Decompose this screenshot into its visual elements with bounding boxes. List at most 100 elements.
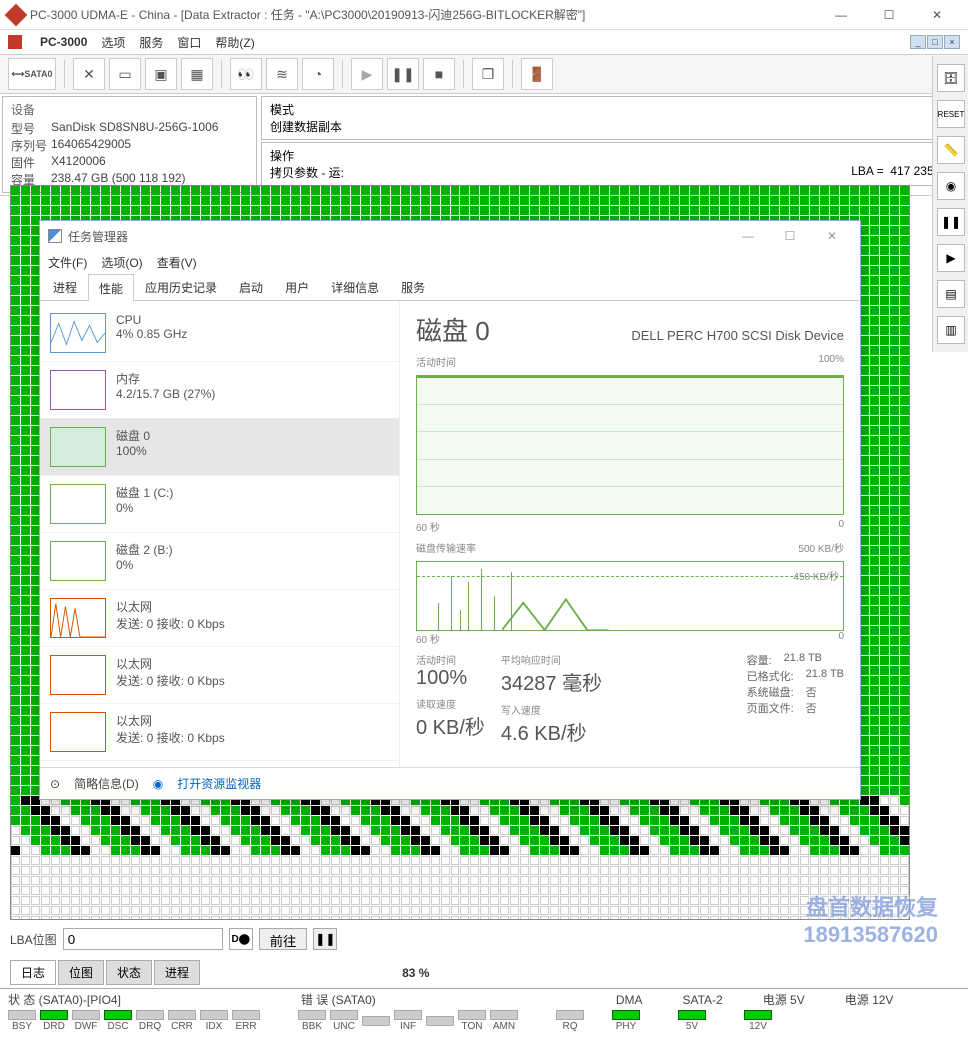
tm-item-2[interactable]: 磁盘 0100% xyxy=(40,419,399,476)
mdi-maximize[interactable]: □ xyxy=(927,35,943,49)
btab-bitmap[interactable]: 位图 xyxy=(58,960,104,985)
mdi-minimize[interactable]: _ xyxy=(910,35,926,49)
window-icon[interactable]: ▭ xyxy=(109,58,141,90)
tm-app-icon xyxy=(48,229,62,243)
sidebar-toolbar: 🗄 RESET 📏 ◉ ❚❚ ▶ ▤ ▥ xyxy=(932,56,968,352)
sparkline-icon xyxy=(50,370,106,410)
led-ERR: ERR xyxy=(232,1010,260,1032)
led-INF: INF xyxy=(394,1010,422,1032)
tm-tab-details[interactable]: 详细信息 xyxy=(320,273,390,300)
close-button[interactable]: ✕ xyxy=(914,0,960,30)
stop-button[interactable]: ■ xyxy=(423,58,455,90)
sb-gauge-icon[interactable]: ◉ xyxy=(937,172,965,200)
btab-status[interactable]: 状态 xyxy=(106,960,152,985)
window-controls: — ☐ ✕ xyxy=(818,0,960,30)
tm-tab-process[interactable]: 进程 xyxy=(42,273,88,300)
led-PHY: PHY xyxy=(612,1010,640,1032)
tm-heading: 磁盘 0 xyxy=(416,311,490,348)
btab-process[interactable]: 进程 xyxy=(154,960,200,985)
menu-window[interactable]: 窗口 xyxy=(177,34,201,51)
tm-activity-chart xyxy=(416,375,844,515)
tm-item-0[interactable]: CPU4% 0.85 GHz xyxy=(40,305,399,362)
device-panel-title: 设备 xyxy=(11,101,248,118)
tm-stats: 活动时间 100% 读取速度 0 KB/秒 平均响应时间 34287 毫秒 写入… xyxy=(416,652,844,746)
pause-button[interactable]: ❚❚ xyxy=(387,58,419,90)
brief-info-link[interactable]: 简略信息(D) xyxy=(74,775,139,792)
tm-item-4[interactable]: 磁盘 2 (B:)0% xyxy=(40,533,399,590)
sb-measure-icon[interactable]: 📏 xyxy=(937,136,965,164)
open-monitor-link[interactable]: 打开资源监视器 xyxy=(177,775,261,792)
sparkline-icon xyxy=(50,484,106,524)
led-AMN: AMN xyxy=(490,1010,518,1032)
tm-desc: DELL PERC H700 SCSI Disk Device xyxy=(631,328,844,343)
tm-menu-view[interactable]: 查看(V) xyxy=(157,254,197,271)
mdi-close[interactable]: × xyxy=(944,35,960,49)
tm-menu-options[interactable]: 选项(O) xyxy=(101,254,142,271)
filter-icon[interactable]: ≋ xyxy=(266,58,298,90)
tm-maximize[interactable]: ☐ xyxy=(770,222,810,250)
tm-item-3[interactable]: 磁盘 1 (C:)0% xyxy=(40,476,399,533)
menubar: PC-3000 选项 服务 窗口 帮助(Z) _ □ × xyxy=(0,30,968,54)
sb-stack1-icon[interactable]: ▤ xyxy=(937,280,965,308)
menu-help[interactable]: 帮助(Z) xyxy=(215,34,254,51)
led-12V: 12V xyxy=(744,1010,772,1032)
app-icon xyxy=(5,3,28,26)
led-DSC: DSC xyxy=(104,1010,132,1032)
inner-app-icon xyxy=(8,35,22,49)
menu-services[interactable]: 服务 xyxy=(139,34,163,51)
tm-close[interactable]: ✕ xyxy=(812,222,852,250)
lba-input[interactable] xyxy=(63,928,223,950)
exit-icon[interactable]: 🚪 xyxy=(521,58,553,90)
pause2-button[interactable]: ❚❚ xyxy=(313,928,337,950)
led-IDX: IDX xyxy=(200,1010,228,1032)
led-DRQ: DRQ xyxy=(136,1010,164,1032)
sb-reset-icon[interactable]: RESET xyxy=(937,100,965,128)
lba-card-icon[interactable]: D⬤ xyxy=(229,928,253,950)
sb-pause-icon[interactable]: ❚❚ xyxy=(937,208,965,236)
sparkline-icon xyxy=(50,313,106,353)
tm-menu-file[interactable]: 文件(F) xyxy=(48,254,87,271)
menu-options[interactable]: 选项 xyxy=(101,34,125,51)
tm-item-5[interactable]: 以太网发送: 0 接收: 0 Kbps xyxy=(40,590,399,647)
minimize-button[interactable]: — xyxy=(818,0,864,30)
search-icon[interactable]: 👀 xyxy=(230,58,262,90)
tm-item-7[interactable]: 以太网发送: 0 接收: 0 Kbps xyxy=(40,704,399,761)
sb-stack2-icon[interactable]: ▥ xyxy=(937,316,965,344)
tm-title: 任务管理器 xyxy=(68,228,728,245)
tm-item-1[interactable]: 内存4.2/15.7 GB (27%) xyxy=(40,362,399,419)
sparkline-icon xyxy=(50,712,106,752)
sb-arrow-icon[interactable]: ▶ xyxy=(937,244,965,272)
sata-button[interactable]: ⟷SATA0 xyxy=(8,58,56,90)
led- xyxy=(362,1016,390,1027)
tm-tab-services[interactable]: 服务 xyxy=(390,273,436,300)
gauge-icon[interactable]: ▣ xyxy=(145,58,177,90)
tm-minimize[interactable]: — xyxy=(728,222,768,250)
tm-titlebar: 任务管理器 — ☐ ✕ xyxy=(40,221,860,251)
tm-tab-users[interactable]: 用户 xyxy=(274,273,320,300)
goto-button[interactable]: 前往 xyxy=(259,928,308,950)
copy-icon[interactable]: ❐ xyxy=(472,58,504,90)
led-BBK: BBK xyxy=(298,1010,326,1032)
sb-db-icon[interactable]: 🗄 xyxy=(937,64,965,92)
led-DRD: DRD xyxy=(40,1010,68,1032)
led-DWF: DWF xyxy=(72,1010,100,1032)
tm-tabs: 进程 性能 应用历史记录 启动 用户 详细信息 服务 xyxy=(40,273,860,301)
tm-tab-startup[interactable]: 启动 xyxy=(228,273,274,300)
disk-icon[interactable]: ◔ xyxy=(302,58,334,90)
info-panels: 设备 型号SanDisk SD8SN8U-256G-1006 序列号164065… xyxy=(0,94,968,196)
play-button[interactable]: ▶ xyxy=(351,58,383,90)
sparkline-icon xyxy=(50,427,106,467)
expand-icon[interactable]: ⊙ xyxy=(50,777,60,791)
tools-icon[interactable]: ✕ xyxy=(73,58,105,90)
status-bar: 状 态 (SATA0)-[PIO4] 错 误 (SATA0) DMA SATA-… xyxy=(0,988,968,1044)
tm-tab-apphistory[interactable]: 应用历史记录 xyxy=(134,273,228,300)
maximize-button[interactable]: ☐ xyxy=(866,0,912,30)
param-icon[interactable]: ▦ xyxy=(181,58,213,90)
tm-left-panel: CPU4% 0.85 GHz内存4.2/15.7 GB (27%)磁盘 0100… xyxy=(40,301,400,767)
sparkline-icon xyxy=(50,598,106,638)
tm-item-6[interactable]: 以太网发送: 0 接收: 0 Kbps xyxy=(40,647,399,704)
tm-tab-performance[interactable]: 性能 xyxy=(88,274,134,301)
titlebar: PC-3000 UDMA-E - China - [Data Extractor… xyxy=(0,0,968,30)
tm-footer: ⊙ 简略信息(D) ◉ 打开资源监视器 xyxy=(40,767,860,799)
btab-log[interactable]: 日志 xyxy=(10,960,56,985)
